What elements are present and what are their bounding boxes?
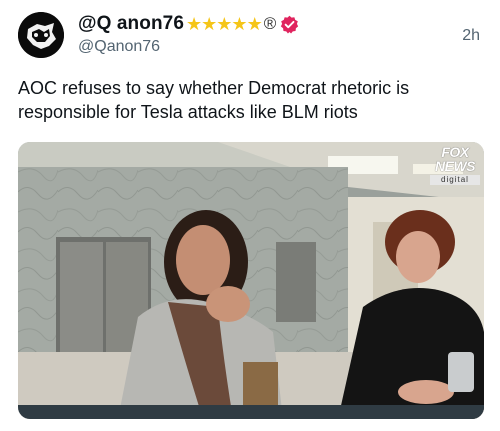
post-card: @Q anon76 ★★★★★ ® @Qanon76 2h AOC refuse… [0, 0, 500, 431]
author-name-row: @Q anon76 ★★★★★ ® [78, 12, 299, 36]
star-badges: ★★★★★ [186, 13, 263, 34]
author-handle[interactable]: @Qanon76 [78, 38, 160, 56]
display-name[interactable]: @Q anon76 [78, 13, 184, 35]
watermark-line-1: FOX [441, 144, 469, 160]
verified-badge-icon [281, 15, 299, 33]
video-media[interactable]: FOX NEWS digital [18, 142, 484, 419]
watermark-line-2: NEWS [435, 158, 476, 174]
post-text: AOC refuses to say whether Democrat rhet… [18, 78, 410, 122]
registered-badge: ® [263, 14, 277, 33]
video-frame [18, 142, 484, 419]
avatar[interactable] [18, 12, 64, 58]
watermark-line-3: digital [430, 175, 480, 185]
post-timestamp[interactable]: 2h [462, 27, 480, 45]
fox-news-digital-logo: FOX NEWS digital [430, 145, 480, 197]
video-progress-bar[interactable] [18, 405, 484, 419]
anonymous-mask-avatar-icon [18, 12, 64, 58]
